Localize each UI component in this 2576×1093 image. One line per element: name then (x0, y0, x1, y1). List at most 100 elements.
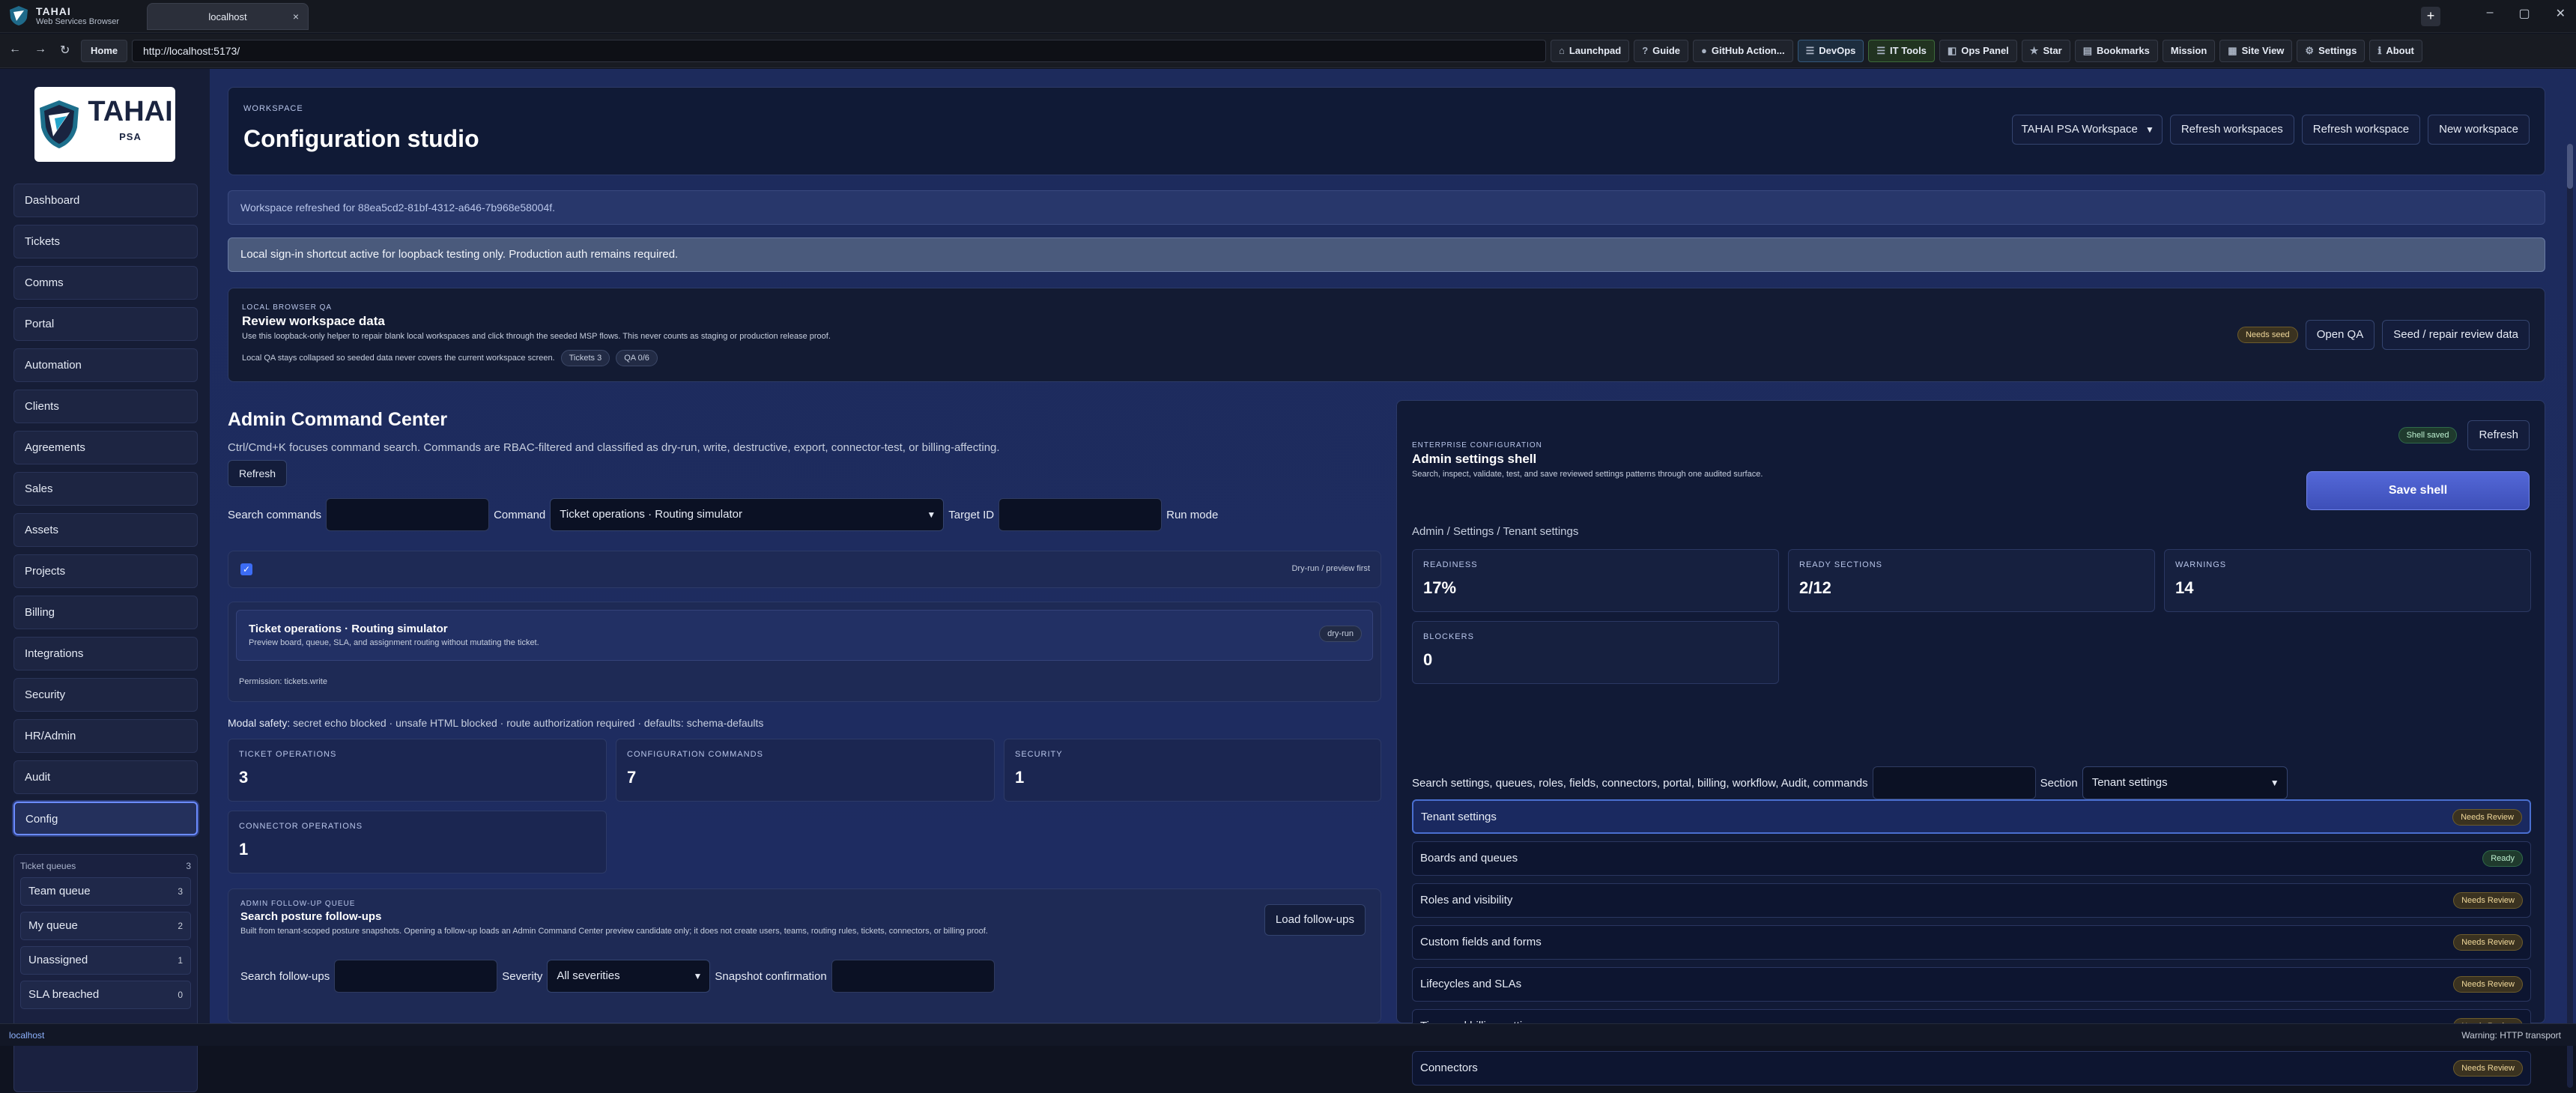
new-tab-button[interactable]: + (2421, 7, 2440, 26)
load-followups-button[interactable]: Load follow-ups (1264, 904, 1366, 936)
settings-section-item[interactable]: Tenant settings Needs Review (1412, 799, 2531, 834)
toolbar-label: Site View (2241, 45, 2285, 56)
search-commands-input[interactable] (326, 498, 490, 531)
sidebar-item-projects[interactable]: Projects (13, 554, 198, 588)
scrollbar-thumb[interactable] (2567, 144, 2573, 189)
metric-warnings: WARNINGS 14 (2164, 549, 2531, 612)
acc-title: Admin Command Center (228, 409, 448, 430)
sidebar-item-audit[interactable]: Audit (13, 760, 198, 794)
page-title: Configuration studio (243, 125, 479, 152)
refresh-workspaces-button[interactable]: Refresh workspaces (2169, 115, 2294, 145)
open-qa-button[interactable]: Open QA (2305, 320, 2375, 350)
qa-progress-chip: QA 0/6 (616, 350, 658, 366)
dry-run-badge: dry-run (1319, 626, 1362, 642)
sidebar-item-comms[interactable]: Comms (13, 266, 198, 300)
toolbar-label: Bookmarks (2097, 45, 2150, 56)
sidebar-item-security[interactable]: Security (13, 678, 198, 712)
browser-brand: TAHAI Web Services Browser (7, 4, 119, 27)
sidebar-item-dashboard[interactable]: Dashboard (13, 184, 198, 217)
sidebar-item-sales[interactable]: Sales (13, 472, 198, 506)
toolbar-about-button[interactable]: ℹ About (2369, 40, 2422, 62)
url-input[interactable]: http://localhost:5173/ (132, 40, 1546, 62)
logo-text: TAHAI PSA (88, 96, 173, 142)
settings-section-item[interactable]: Lifecycles and SLAs Needs Review (1412, 967, 2531, 1002)
toolbar-label: GitHub Action... (1711, 45, 1785, 56)
search-settings-input[interactable] (1872, 766, 2036, 799)
queue-item[interactable]: SLA breached 0 (20, 981, 191, 1009)
sidebar-item-clients[interactable]: Clients (13, 390, 198, 423)
settings-section-item[interactable]: Connectors Needs Review (1412, 1051, 2531, 1086)
toolbar-bookmarks-button[interactable]: ▤ Bookmarks (2074, 40, 2158, 62)
sidebar-item-billing[interactable]: Billing (13, 596, 198, 629)
section-select[interactable]: Tenant settings ▼ (2082, 766, 2288, 799)
close-window-icon[interactable]: ✕ (2556, 6, 2566, 21)
settings-section-item[interactable]: Boards and queues Ready (1412, 841, 2531, 876)
toolbar-mission-button[interactable]: Mission (2162, 40, 2216, 62)
severity-label: Severity (502, 969, 543, 983)
settings-section-item[interactable]: Roles and visibility Needs Review (1412, 883, 2531, 918)
sidebar-item-hr-admin[interactable]: HR/Admin (13, 719, 198, 753)
workspace-header: Workspace Configuration studio TAHAI PSA… (228, 87, 2545, 175)
acc-refresh-button[interactable]: Refresh (228, 460, 288, 487)
target-id-input[interactable] (998, 498, 1163, 531)
section-label: Custom fields and forms (1420, 936, 1542, 948)
header-eyebrow: Workspace (243, 104, 303, 113)
sidebar-item-agreements[interactable]: Agreements (13, 431, 198, 464)
browser-tab[interactable]: localhost × (147, 3, 309, 30)
sidebar-item-config[interactable]: Config (13, 802, 198, 835)
toolbar-launchpad-button[interactable]: ⌂ Launchpad (1551, 40, 1630, 62)
seed-review-data-button[interactable]: Seed / repair review data (2382, 320, 2530, 350)
sidebar-item-portal[interactable]: Portal (13, 307, 198, 341)
back-icon[interactable]: ← (9, 43, 21, 56)
brand-title: TAHAI (36, 5, 71, 17)
section-label: Roles and visibility (1420, 894, 1513, 906)
app-logo[interactable]: TAHAI PSA (34, 87, 175, 162)
ent-refresh-button[interactable]: Refresh (2467, 420, 2530, 450)
command-select[interactable]: Ticket operations · Routing simulator ▼ (550, 498, 945, 531)
search-settings-label: Search settings, queues, roles, fields, … (1412, 776, 1868, 790)
toolbar-site-view-button[interactable]: ▦ Site View (2219, 40, 2293, 62)
save-shell-button[interactable]: Save shell (2306, 471, 2530, 510)
toolbar-devops-button[interactable]: ☰ DevOps (1797, 40, 1864, 62)
settings-section-item[interactable]: Custom fields and forms Needs Review (1412, 925, 2531, 960)
sidebar-item-automation[interactable]: Automation (13, 348, 198, 382)
toolbar-star-button[interactable]: ★ Star (2021, 40, 2070, 62)
forward-icon[interactable]: → (34, 43, 46, 56)
snapshot-confirmation-input[interactable] (831, 960, 995, 993)
reload-icon[interactable]: ↻ (60, 43, 70, 58)
section-label: Lifecycles and SLAs (1420, 978, 1522, 990)
scrollbar[interactable] (2567, 144, 2573, 1088)
ent-description: Search, inspect, validate, test, and sav… (1412, 470, 1763, 479)
refresh-workspace-button[interactable]: Refresh workspace (2301, 115, 2421, 145)
queue-item[interactable]: Unassigned 1 (20, 946, 191, 975)
toolbar-icon: ◧ (1947, 45, 1957, 56)
minimize-icon[interactable]: – (2487, 6, 2494, 21)
queue-item[interactable]: Team queue 3 (20, 877, 191, 906)
toolbar-ops-panel-button[interactable]: ◧ Ops Panel (1939, 40, 2017, 62)
queue-item[interactable]: My queue 2 (20, 912, 191, 940)
toolbar-github-action-button[interactable]: ● GitHub Action... (1693, 40, 1793, 62)
toolbar-icon: ★ (2029, 45, 2039, 56)
preview-title: Ticket operations · Routing simulator (249, 623, 448, 635)
qa-title: Review workspace data (242, 314, 385, 328)
close-icon[interactable]: × (293, 10, 299, 22)
toolbar-guide-button[interactable]: ? Guide (1634, 40, 1688, 62)
metric-ready-sections: READY SECTIONS 2/12 (1788, 549, 2155, 612)
maximize-icon[interactable]: ▢ (2518, 6, 2530, 21)
new-workspace-button[interactable]: New workspace (2428, 115, 2530, 145)
toolbar-it-tools-button[interactable]: ☰ IT Tools (1868, 40, 1935, 62)
workspace-select[interactable]: TAHAI PSA Workspace ▼ (2011, 115, 2163, 145)
search-followups-input[interactable] (334, 960, 498, 993)
sidebar-item-integrations[interactable]: Integrations (13, 637, 198, 670)
severity-select[interactable]: All severities ▼ (547, 960, 711, 993)
home-button[interactable]: Home (81, 40, 128, 62)
toolbar-icon: ☰ (1876, 45, 1886, 56)
sidebar: TAHAI PSA Dashboard Tickets Comms Portal Auto… (0, 69, 210, 1092)
dry-run-checkbox[interactable]: ✓ (240, 563, 252, 575)
toolbar-settings-button[interactable]: ⚙ Settings (2297, 40, 2366, 62)
sidebar-item-assets[interactable]: Assets (13, 513, 198, 547)
section-label: Tenant settings (1421, 811, 1497, 823)
window-controls: – ▢ ✕ (2487, 6, 2566, 21)
sidebar-item-tickets[interactable]: Tickets (13, 225, 198, 258)
section-status-badge: Needs Review (2453, 934, 2523, 951)
